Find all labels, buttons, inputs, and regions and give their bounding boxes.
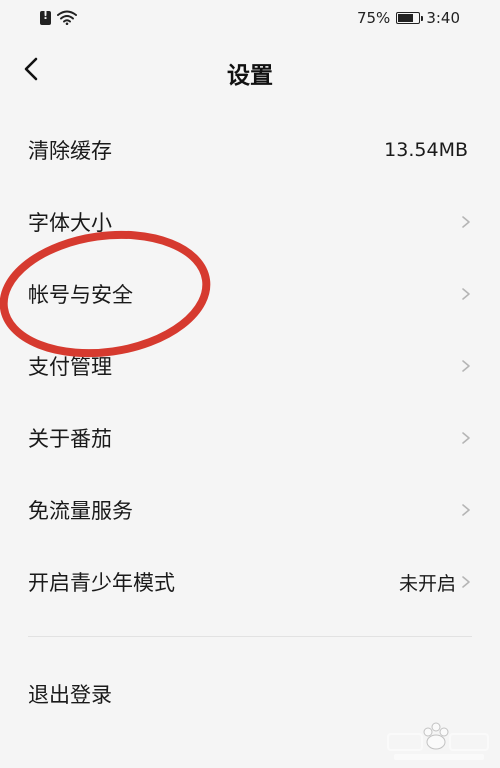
page-title: 设置 <box>227 63 273 89</box>
settings-row-label: 帐号与安全 <box>28 283 133 307</box>
settings-row-label: 关于番茄 <box>28 427 112 451</box>
chevron-right-icon <box>462 576 470 588</box>
watermark-logo <box>387 722 489 760</box>
battery-percent: 75% <box>356 9 391 27</box>
settings-row[interactable]: 关于番茄 <box>0 402 500 474</box>
status-right: 75% 3:40 <box>357 9 460 27</box>
battery-fill <box>398 14 414 22</box>
settings-row-label: 清除缓存 <box>28 139 112 163</box>
status-bar: 75% 3:40 <box>0 0 500 36</box>
settings-row[interactable]: 清除缓存 13.54MB <box>0 114 500 186</box>
settings-row-value: 未开启 <box>398 572 456 595</box>
divider <box>28 636 472 637</box>
sim-alert-icon <box>40 9 51 25</box>
settings-row-label: 免流量服务 <box>28 499 133 523</box>
chevron-right-icon <box>462 432 470 444</box>
chevron-right-icon <box>462 360 470 372</box>
nav-bar: 设置 <box>0 44 500 96</box>
settings-row[interactable]: 开启青少年模式 未开启 <box>0 546 500 618</box>
settings-row-value: 13.54MB <box>384 139 468 161</box>
clock: 3:40 <box>426 9 460 27</box>
logout-label: 退出登录 <box>28 683 112 707</box>
chevron-right-icon <box>462 504 470 516</box>
status-left <box>40 9 77 25</box>
settings-row[interactable]: 帐号与安全 <box>0 258 500 330</box>
settings-row-label: 开启青少年模式 <box>28 571 175 595</box>
wifi-icon <box>57 10 77 25</box>
settings-row-label: 支付管理 <box>28 355 112 379</box>
settings-row[interactable]: 免流量服务 <box>0 474 500 546</box>
battery-icon <box>396 12 424 24</box>
chevron-right-icon <box>462 216 470 228</box>
settings-row[interactable]: 支付管理 <box>0 330 500 402</box>
settings-row-label: 字体大小 <box>28 211 112 235</box>
settings-list: 清除缓存 13.54MB 字体大小帐号与安全支付管理关于番茄免流量服务开启青少年模式… <box>0 114 500 618</box>
settings-row[interactable]: 字体大小 <box>0 186 500 258</box>
chevron-right-icon <box>462 288 470 300</box>
